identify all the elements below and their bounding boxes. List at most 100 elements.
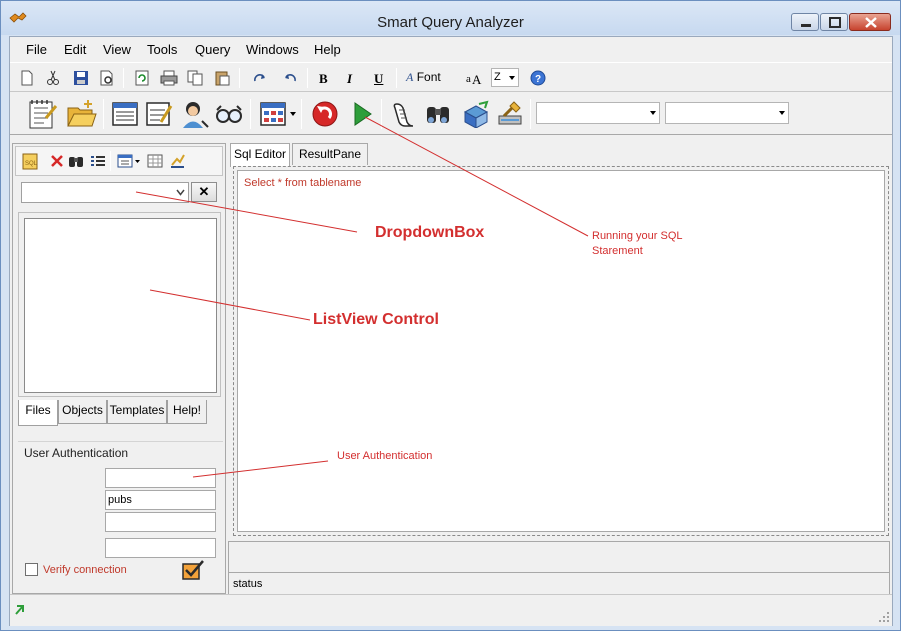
italic-icon[interactable]: I [347,71,352,87]
maximize-button[interactable] [820,13,848,31]
grid-layout-icon[interactable] [259,101,287,127]
tab-sql-editor[interactable]: Sql Editor [230,143,290,167]
toolbar-separator [110,151,111,171]
font-icon: A [406,70,414,84]
toolbar-separator [530,99,531,129]
font-size-select[interactable]: Z [491,68,519,87]
view-mode-icon[interactable] [117,154,141,168]
tab-files-label: Files [25,403,51,417]
sql-editor[interactable]: Select * from tablename [237,170,885,532]
verify-connection-checkbox[interactable] [25,563,38,576]
menu-tools[interactable]: Tools [147,42,177,57]
edit-form-icon[interactable] [145,100,173,128]
annotation-listview: ListView Control [313,311,439,328]
maximize-icon [829,17,841,28]
tab-help[interactable]: Help! [167,400,207,424]
grid-icon[interactable] [147,154,163,168]
clear-brush-icon[interactable] [496,100,526,128]
new-file-icon[interactable] [20,70,34,86]
menu-view-label: View [103,42,131,57]
help-icon[interactable]: ? [530,70,546,86]
tab-result-pane[interactable]: ResultPane [292,143,368,165]
database-select[interactable] [536,102,660,124]
paste-icon[interactable] [214,70,230,86]
toolbar-separator [381,99,382,129]
menu-windows-label: Windows [246,42,299,57]
delete-icon[interactable] [50,154,64,168]
chevron-down-icon[interactable] [289,111,297,117]
editor-panel: Sql Editor ResultPane Select * from tabl… [228,143,892,627]
redo-icon[interactable] [252,71,268,85]
table-view-icon[interactable] [111,100,139,128]
object-dropdown[interactable] [21,182,189,203]
notepad-icon[interactable] [26,98,58,130]
server-select[interactable] [665,102,789,124]
menu-help[interactable]: Help [314,42,341,57]
tab-objects[interactable]: Objects [58,400,107,424]
close-icon [865,17,877,28]
tab-templates[interactable]: Templates [107,400,167,424]
minimize-button[interactable] [791,13,819,31]
menu-query[interactable]: Query [195,42,230,57]
password-field[interactable] [105,538,216,558]
menu-tools-label: Tools [147,42,178,57]
file-listview[interactable] [24,218,217,393]
font-size-value: Z [494,71,501,83]
glasses-icon[interactable] [215,102,243,126]
cut-icon[interactable] [46,70,60,86]
script-icon[interactable] [391,100,417,128]
output-area [228,541,890,573]
annotation-user-auth: User Authentication [337,450,433,462]
menu-file[interactable]: File [26,42,47,57]
sql-text: Select * from tablename [244,177,362,189]
status-text: status [233,578,263,590]
standard-toolbar: B I U A Font aA Z ? [10,62,892,92]
menu-view[interactable]: View [103,42,131,57]
find-icon[interactable] [68,154,84,168]
user-icon[interactable] [180,99,210,129]
chart-icon[interactable] [169,153,185,169]
toolbar-separator [250,99,251,129]
font-size-icon[interactable]: aA [465,70,483,86]
refresh-icon[interactable] [134,70,150,86]
resize-grip-icon[interactable] [878,611,890,623]
list-icon[interactable] [90,154,106,168]
database-field[interactable]: pubs [105,490,216,510]
menu-windows[interactable]: Windows [246,42,299,57]
annotation-running-sql-line2: Starement [592,245,643,257]
tab-objects-label: Objects [62,403,103,417]
server-field[interactable] [105,468,216,488]
font-button[interactable]: A Font [406,70,441,85]
new-script-icon[interactable]: SQL [22,152,38,170]
chevron-down-icon [176,189,185,196]
username-field[interactable] [105,512,216,532]
svg-text:a: a [466,73,471,85]
toolbar-separator [301,99,302,129]
open-folder-icon[interactable] [66,98,98,130]
font-button-label: Font [416,70,441,84]
stop-query-icon[interactable] [311,100,339,128]
print-preview-icon[interactable] [99,70,115,86]
close-window-button[interactable] [849,13,891,31]
chevron-down-icon [779,111,785,115]
verify-check-icon[interactable] [181,559,205,581]
toolbar-separator [239,68,240,88]
bold-icon[interactable]: B [319,71,328,87]
menu-file-label: File [26,42,47,57]
clear-dropdown-button[interactable]: ✕ [191,182,217,202]
svg-text:?: ? [535,74,541,85]
binoculars-icon[interactable] [424,101,452,127]
underline-icon[interactable]: U [374,71,383,87]
copy-icon[interactable] [187,70,203,86]
database-connect-icon[interactable] [461,100,491,128]
explorer-toolbar: SQL [15,146,223,176]
tab-sql-editor-label: Sql Editor [233,147,287,161]
tab-files[interactable]: Files [18,400,58,426]
save-icon[interactable] [73,70,89,86]
undo-icon[interactable] [282,71,298,85]
menu-edit[interactable]: Edit [64,42,86,57]
print-icon[interactable] [160,70,178,86]
toolbar-separator [307,68,308,88]
listview-container [18,212,221,397]
run-query-icon[interactable] [351,100,375,128]
